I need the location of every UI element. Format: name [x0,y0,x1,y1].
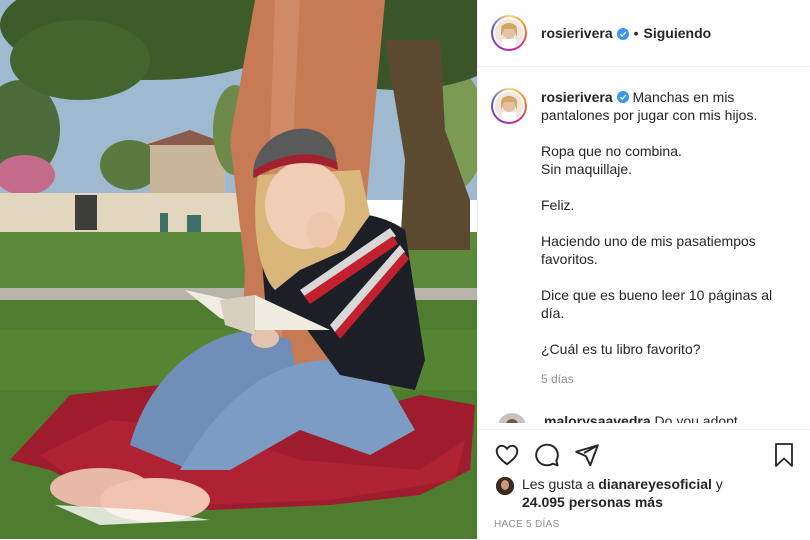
caption-username[interactable]: rosierivera [541,89,613,105]
caption-avatar[interactable] [491,88,527,124]
comment-icon[interactable] [534,442,560,468]
caption-line: Haciendo uno de mis pasatiempos [541,233,756,249]
following-button[interactable]: Siguiendo [644,25,712,41]
avatar-image [495,19,523,47]
caption-line [541,124,786,142]
post-photo[interactable] [0,0,477,539]
author-username[interactable]: rosierivera [541,25,613,41]
avatar-image [496,477,514,495]
comment-text: malorysaavedra Do you adopt [544,413,738,423]
caption-line: rosierivera Manchas en mis [541,88,786,106]
avatar-ring-inner [493,90,525,122]
avatar-ring-inner [493,17,525,49]
caption-line: Ropa que no combina. [541,143,682,159]
caption-line [541,322,786,340]
avatar-photo [495,92,523,120]
likes-text: Les gusta a dianareyesoficial y 24.095 p… [522,475,723,511]
commenter-avatar[interactable] [498,413,526,423]
comment-body: Do you adopt [654,413,738,423]
avatar-photo [495,19,523,47]
bookmark-icon[interactable] [772,442,796,468]
comment-row: malorysaavedra Do you adopt [498,413,738,423]
post-sidebar: rosierivera • Siguiendo rosierivera Manc… [477,0,810,540]
avatar-image [498,413,526,423]
caption-line: ¿Cuál es tu libro favorito? [541,341,701,357]
caption-area: rosierivera Manchas en mis pantalones po… [478,68,810,423]
post-header: rosierivera • Siguiendo [478,0,810,67]
likes-summary: Les gusta a dianareyesoficial y 24.095 p… [496,475,723,511]
caption-row: rosierivera Manchas en mis pantalones po… [478,68,810,388]
caption-line [541,178,786,196]
separator-dot: • [633,25,639,41]
verified-badge-icon [616,89,629,103]
author-avatar[interactable] [491,15,527,51]
verified-badge-icon [616,27,629,40]
caption-line [541,268,786,286]
caption-line: favoritos. [541,251,598,267]
post-date[interactable]: HACE 5 DÍAS [494,519,560,530]
commenter-username[interactable]: malorysaavedra [544,413,651,423]
liker-username[interactable]: dianareyesoficial [598,476,712,492]
caption-line: Feliz. [541,197,575,213]
likes-conjunction: y [715,476,723,492]
heart-icon[interactable] [494,442,520,468]
caption-line: pantalones por jugar con mis hijos. [541,107,758,123]
caption-line-text: Manchas en mis [632,89,735,105]
liker-avatar[interactable] [496,477,514,495]
caption-line: día. [541,305,565,321]
likes-count[interactable]: 24.095 personas más [522,494,663,510]
paper-plane-icon[interactable] [574,442,600,468]
caption-line: Sin maquillaje. [541,161,633,177]
instagram-post: rosierivera • Siguiendo rosierivera Manc… [0,0,810,540]
photo-illustration [0,0,477,539]
likes-prefix: Les gusta a [522,476,595,492]
avatar-image [495,92,523,120]
action-icons [478,430,810,468]
caption-timestamp[interactable]: 5 días [541,370,786,388]
action-bar: Les gusta a dianareyesoficial y 24.095 p… [478,429,810,540]
caption-line: Dice que es bueno leer 10 páginas al [541,287,773,303]
caption-line [541,214,786,232]
caption-text: rosierivera Manchas en mis pantalones po… [541,88,786,388]
